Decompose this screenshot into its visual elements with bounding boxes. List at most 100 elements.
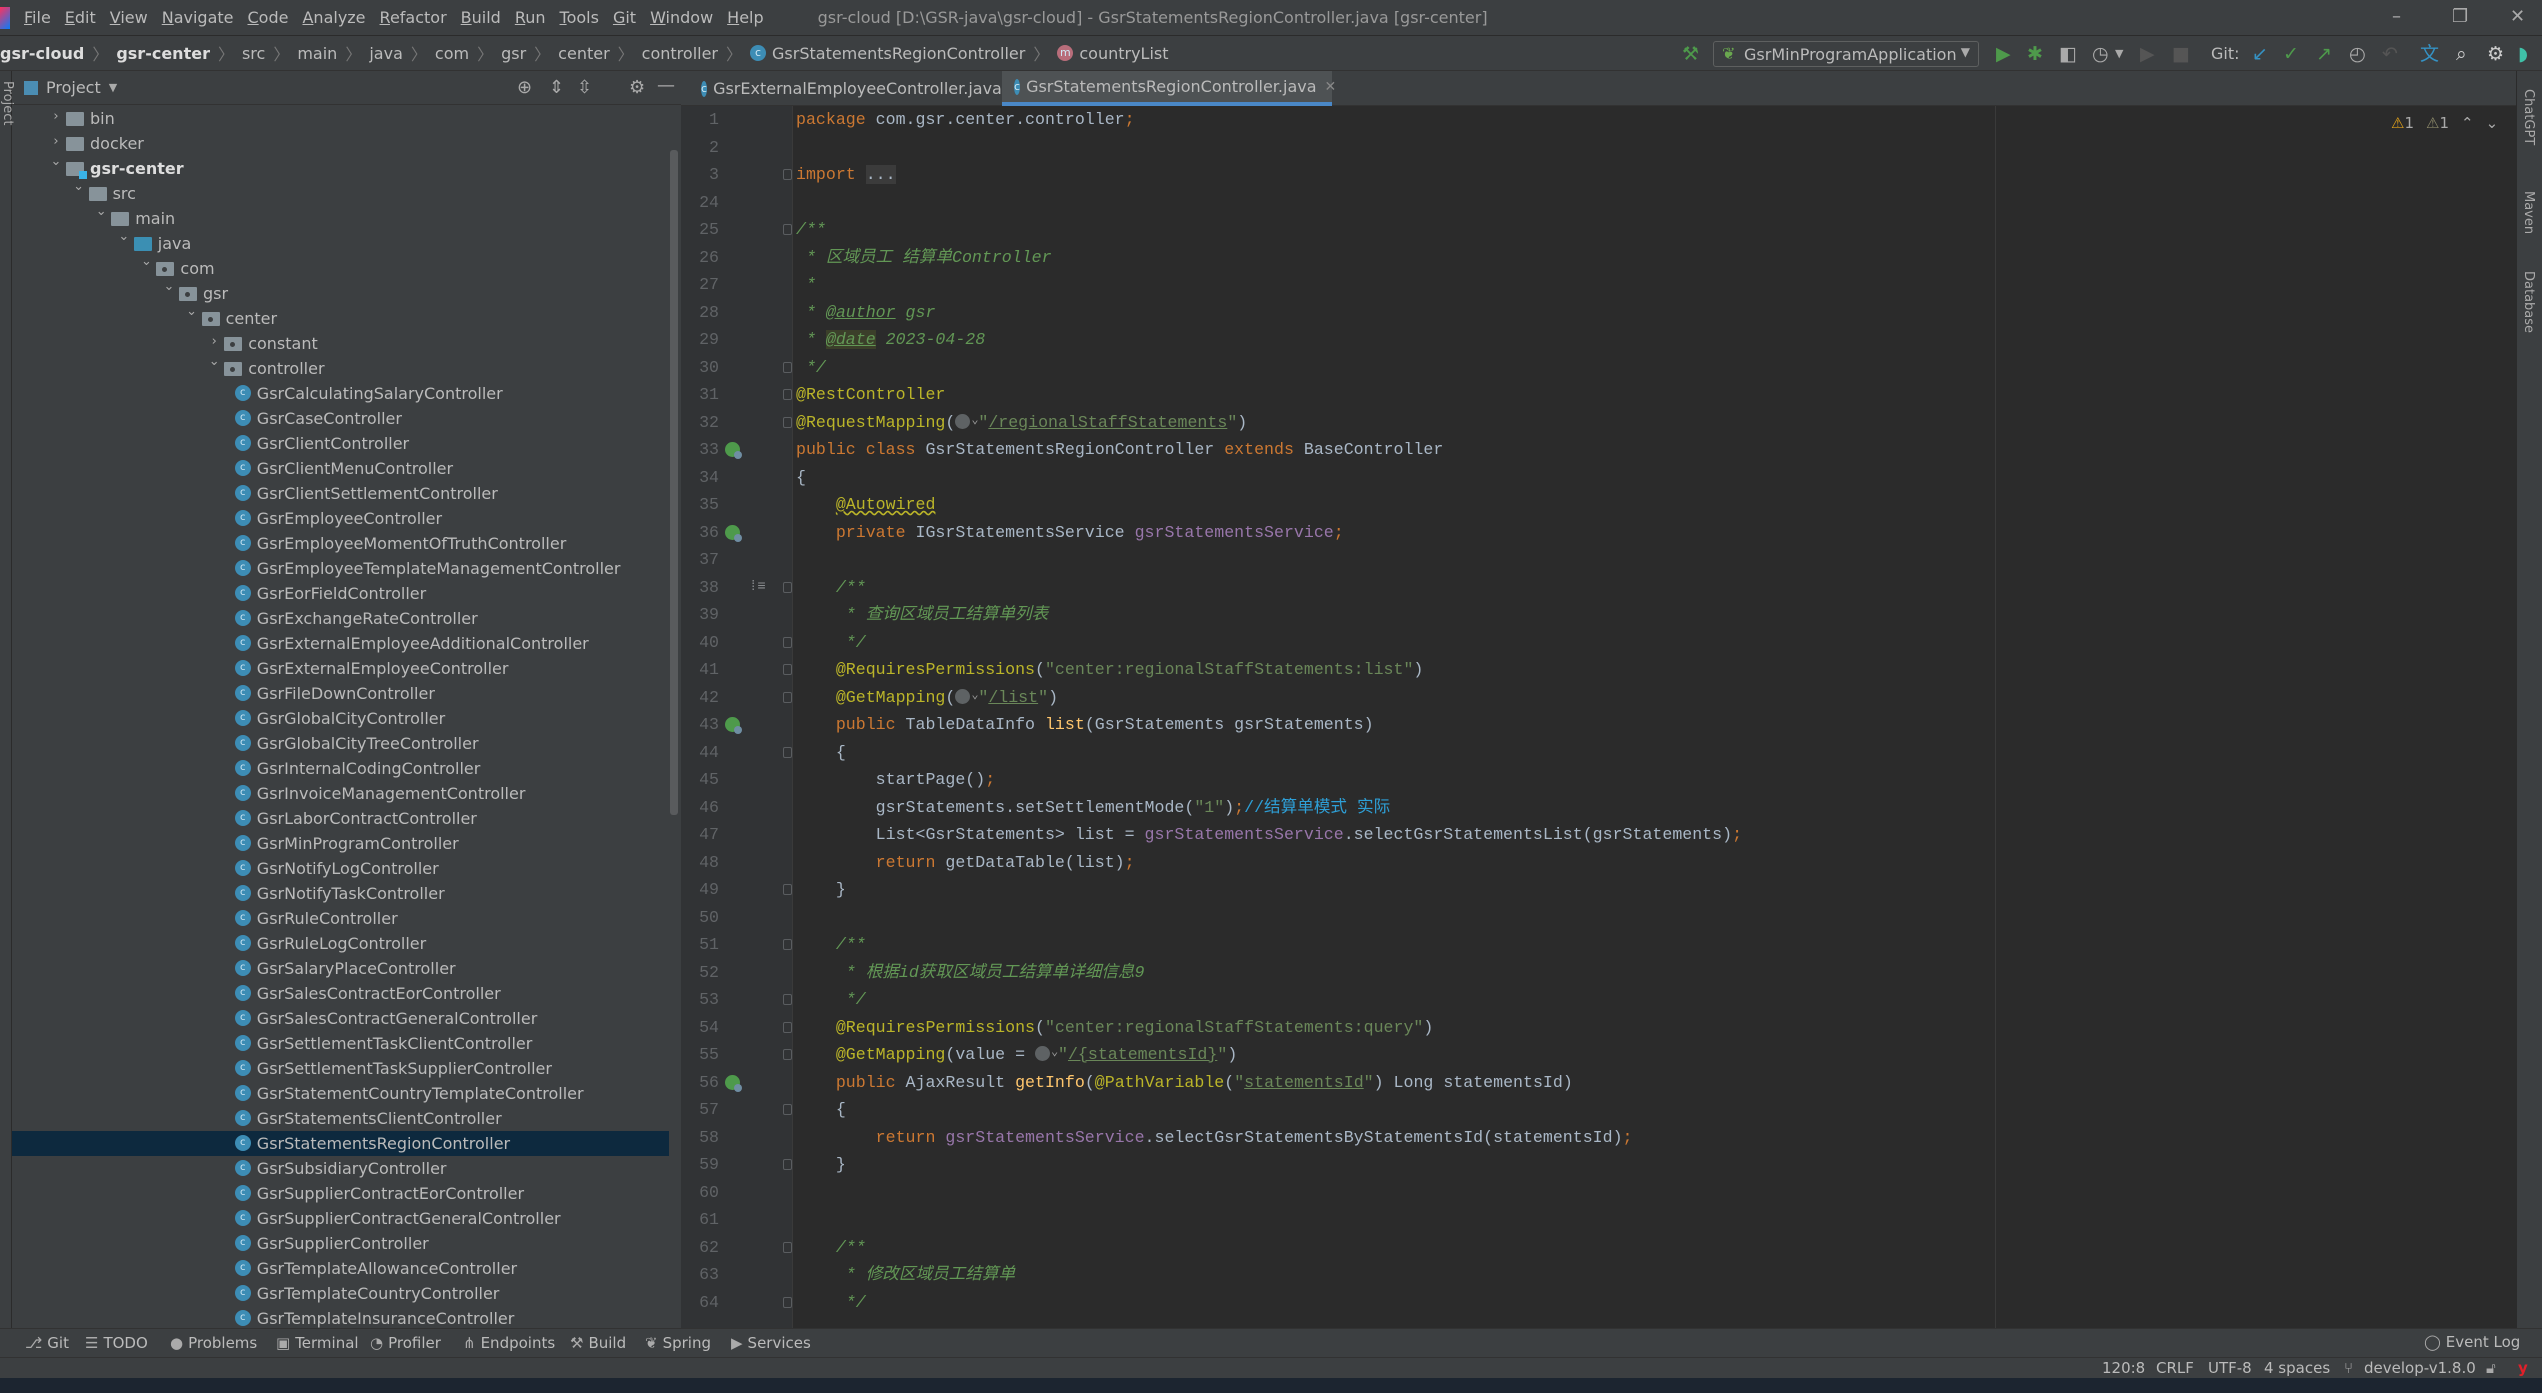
code-line[interactable]: 36 private IGsrStatementsService gsrStat…: [681, 519, 2481, 547]
code-line[interactable]: 55 @GetMapping(value = "/{statementsId}"…: [681, 1039, 2481, 1069]
code-line[interactable]: 48 return getDataTable(list);: [681, 849, 2481, 877]
tree-item[interactable]: c GsrSubsidiaryController: [12, 1156, 669, 1181]
tree-item[interactable]: ⌄ src: [12, 179, 669, 206]
line-separator[interactable]: CRLF: [2156, 1359, 2194, 1377]
tree-item[interactable]: › docker: [12, 131, 669, 156]
code-line[interactable]: 41 @RequiresPermissions("center:regional…: [681, 656, 2481, 684]
code-line[interactable]: 35 @Autowired: [681, 491, 2481, 519]
chevron-right-icon[interactable]: ›: [207, 334, 221, 349]
code-line[interactable]: 37: [681, 546, 2481, 574]
minimize-button[interactable]: –: [2392, 6, 2401, 27]
git-update-icon[interactable]: ↙: [2252, 42, 2268, 66]
tree-item[interactable]: ⌄ main: [12, 204, 669, 231]
code-line[interactable]: 3 import ...: [681, 161, 2481, 189]
menu-run[interactable]: Run: [515, 8, 546, 27]
globe-icon[interactable]: [1035, 1039, 1058, 1067]
code-line[interactable]: 44 {: [681, 739, 2481, 767]
tree-item[interactable]: c GsrGlobalCityController: [12, 706, 669, 731]
tree-item[interactable]: c GsrNotifyLogController: [12, 856, 669, 881]
close-button[interactable]: ✕: [2510, 6, 2525, 27]
tool-spring[interactable]: ❦ Spring: [645, 1334, 711, 1352]
tree-item[interactable]: ⌄ gsr: [12, 279, 669, 306]
inspection-widget[interactable]: ⚠1 ⚠1 ⌃ ⌄: [2391, 114, 2498, 132]
code-line[interactable]: 47 List<GsrStatements> list = gsrStateme…: [681, 821, 2481, 849]
tree-item[interactable]: c GsrInvoiceManagementController: [12, 781, 669, 806]
code-line[interactable]: 62 /**: [681, 1234, 2481, 1262]
chevron-right-icon[interactable]: ›: [49, 134, 63, 149]
breadcrumb-item[interactable]: src: [242, 44, 265, 63]
chevron-down-icon[interactable]: ⌄: [185, 304, 199, 319]
tree-item[interactable]: c GsrSalaryPlaceController: [12, 956, 669, 981]
close-tab-icon[interactable]: ✕: [1325, 79, 1337, 95]
maven-tool-label[interactable]: Maven: [2521, 191, 2536, 234]
code-line[interactable]: 39 * 查询区域员工结算单列表: [681, 601, 2481, 629]
menu-git[interactable]: Git: [613, 8, 636, 27]
project-title[interactable]: Project: [46, 78, 101, 97]
fold-marker-icon[interactable]: [783, 636, 792, 648]
menu-analyze[interactable]: Analyze: [302, 8, 365, 27]
code-line[interactable]: 60: [681, 1179, 2481, 1207]
tree-item[interactable]: c GsrCaseController: [12, 406, 669, 431]
code-line[interactable]: 59 }: [681, 1151, 2481, 1179]
tree-item[interactable]: c GsrEorFieldController: [12, 581, 669, 606]
code-line[interactable]: 38 ⁞≡ /**: [681, 574, 2481, 602]
lock-icon[interactable]: 🔓︎: [2486, 1359, 2496, 1377]
tab-1[interactable]: cGsrExternalEmployeeController.java✕: [689, 71, 1022, 106]
fold-marker-icon[interactable]: [783, 1241, 792, 1253]
code-line[interactable]: 30 */: [681, 354, 2481, 382]
tree-item[interactable]: › constant: [12, 331, 669, 356]
coverage-icon[interactable]: ◧: [2059, 42, 2077, 66]
hide-panel-icon[interactable]: —: [657, 75, 675, 96]
tree-item[interactable]: ⌄ com: [12, 254, 669, 281]
menu-edit[interactable]: Edit: [65, 8, 96, 27]
tree-item[interactable]: c GsrEmployeeTemplateManagementController: [12, 556, 669, 581]
tree-item[interactable]: c GsrMinProgramController: [12, 831, 669, 856]
spring-bean-icon[interactable]: [725, 1074, 742, 1092]
breadcrumb-item[interactable]: c GsrStatementsRegionController: [750, 44, 1025, 63]
menu-window[interactable]: Window: [650, 8, 713, 27]
tree-item[interactable]: c GsrSettlementTaskClientController: [12, 1031, 669, 1056]
search-icon[interactable]: ⌕: [2456, 42, 2467, 66]
fold-marker-icon[interactable]: [783, 884, 792, 895]
fold-marker-icon[interactable]: [783, 416, 792, 428]
tree-item[interactable]: c GsrSalesContractEorController: [12, 981, 669, 1006]
tool-profiler[interactable]: ◔ Profiler: [370, 1334, 441, 1352]
tree-item[interactable]: c GsrSalesContractGeneralController: [12, 1006, 669, 1031]
previous-highlight-icon[interactable]: ⌃: [2461, 114, 2474, 132]
chevron-down-icon[interactable]: ⌄: [117, 229, 131, 244]
chevron-down-icon[interactable]: ⌄: [94, 204, 108, 219]
fold-marker-icon[interactable]: [783, 169, 792, 180]
globe-icon[interactable]: [955, 407, 979, 434]
next-highlight-icon[interactable]: ⌄: [2486, 114, 2499, 132]
tree-item[interactable]: ⌄ center: [12, 304, 669, 331]
youdao-icon[interactable]: y: [2518, 1359, 2528, 1377]
tree-item[interactable]: c GsrRuleLogController: [12, 931, 669, 956]
breadcrumb-item[interactable]: gsr: [501, 44, 526, 63]
tree-item[interactable]: ⌄ controller: [12, 354, 669, 381]
fold-marker-icon[interactable]: [783, 581, 792, 593]
tool-todo[interactable]: ☰ TODO: [85, 1334, 148, 1352]
code-line[interactable]: 2: [681, 134, 2481, 162]
breadcrumb-item[interactable]: gsr-cloud: [0, 44, 84, 63]
spring-bean-icon[interactable]: [725, 442, 742, 459]
code-line[interactable]: 45 startPage();: [681, 766, 2481, 794]
tab-2[interactable]: c GsrStatementsRegionController.java ✕: [1002, 71, 1336, 106]
tree-item[interactable]: c GsrNotifyTaskController: [12, 881, 669, 906]
chevron-right-icon[interactable]: ›: [49, 109, 63, 124]
collapse-all-icon[interactable]: ⇳: [577, 77, 592, 98]
menu-build[interactable]: Build: [461, 8, 501, 27]
code-line[interactable]: 63 * 修改区域员工结算单: [681, 1261, 2481, 1289]
tool-build[interactable]: ⚒ Build: [570, 1334, 626, 1352]
tree-item[interactable]: c GsrCalculatingSalaryController: [12, 381, 669, 406]
tree-item[interactable]: c GsrEmployeeMomentOfTruthController: [12, 531, 669, 556]
chevron-down-icon[interactable]: ⌄: [207, 354, 221, 369]
tree-item[interactable]: c GsrEmployeeController: [12, 506, 669, 531]
fold-marker-icon[interactable]: [783, 746, 792, 758]
tree-item[interactable]: c GsrClientSettlementController: [12, 481, 669, 506]
tree-item[interactable]: c GsrSupplierController: [12, 1231, 669, 1256]
chatgpt-tool-label[interactable]: ChatGPT: [2521, 89, 2536, 145]
code-line[interactable]: 42 @GetMapping("/list"): [681, 682, 2481, 712]
code-editor[interactable]: 1 package com.gsr.center.controller; 2 3 imp…: [681, 106, 2516, 1328]
chevron-down-icon[interactable]: ▼: [109, 81, 117, 94]
code-line[interactable]: 49 }: [681, 876, 2481, 904]
